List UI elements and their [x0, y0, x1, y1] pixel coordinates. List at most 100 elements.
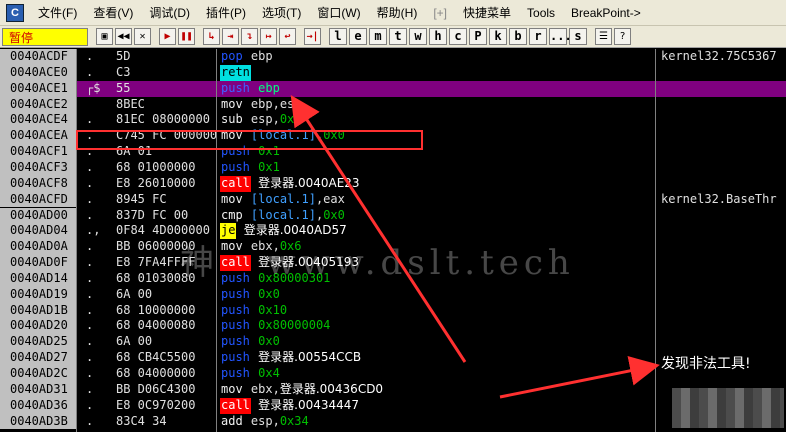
menu-item[interactable]: 帮助(H) [369, 2, 426, 24]
execute-till-return-icon[interactable]: ↩ [279, 28, 296, 45]
disasm-row[interactable]: 0040AD1B. 68 10000000 push 0x10 [0, 302, 786, 319]
rewind-icon[interactable]: ◀◀ [115, 28, 132, 45]
comment-cell [661, 144, 786, 160]
disassembly-cell: push 0x1 [220, 160, 630, 176]
window-button[interactable]: e [349, 28, 367, 45]
window-button[interactable]: b [509, 28, 527, 45]
disasm-row[interactable]: 0040AD20. 68 04000080 push 0x80000004 [0, 318, 786, 335]
disassembly-cell: pop ebp [220, 49, 630, 65]
flow-mark: . [86, 49, 94, 63]
disassembly-cell: push ebp [220, 81, 630, 97]
window-button[interactable]: c [449, 28, 467, 45]
address-cell: 0040AD3B [0, 413, 76, 430]
comment-cell [661, 81, 786, 97]
hex-dump-cell: 8945 FC [116, 191, 167, 206]
disassembly-cell: push 0x0 [220, 287, 630, 303]
menu-item[interactable]: 快捷菜单 [455, 2, 519, 24]
window-button[interactable]: t [389, 28, 407, 45]
hex-dump-cell: 5D [116, 49, 131, 63]
disasm-row[interactable]: 0040AD25. 6A 00 push 0x0 [0, 334, 786, 351]
selected-row[interactable]: 0040ACE1 ┌$ 55 push ebp [0, 80, 786, 97]
trace-into-icon[interactable]: ↴ [241, 28, 258, 45]
disassembly-cell: push 0x0 [220, 334, 630, 350]
mnemonic: push [221, 302, 250, 317]
disasm-row[interactable]: 0040AD36. E8 0C970200 call 登录器.00434447 [0, 397, 786, 414]
disasm-row[interactable]: 0040ACDF. 5D pop ebp kernel32.75C5367 [0, 49, 786, 65]
mnemonic: push [221, 286, 250, 301]
disasm-row[interactable]: 0040AD00. 837D FC 00 cmp [local.1],0x0 [0, 207, 786, 224]
disasm-row[interactable]: 0040AD31. BB D06C4300 mov ebx,登录器.00436CD0 [0, 381, 786, 398]
menu-item[interactable]: 调试(D) [141, 2, 198, 24]
step-into-icon[interactable]: ↳ [203, 28, 220, 45]
disassembly-pane[interactable]: 0040ACDF. 5D pop ebp kernel32.75C5367 0040AC… [0, 49, 786, 432]
window-button[interactable]: ... [549, 28, 572, 45]
address-cell: 0040AD0A [0, 239, 76, 256]
hex-dump-cell: 55 [116, 80, 131, 95]
go-to-icon[interactable]: →| [304, 28, 321, 45]
disasm-row[interactable]: 0040ACE0. C3 retn [0, 64, 786, 81]
menu-item[interactable]: BreakPoint-> [563, 2, 649, 24]
menu-item[interactable]: 窗口(W) [309, 2, 368, 24]
hex-dump-cell: C3 [116, 64, 131, 79]
flow-mark: . [86, 270, 94, 285]
disasm-row[interactable]: 0040ACF3. 68 01000000 push 0x1 [0, 159, 786, 176]
window-button[interactable]: w [409, 28, 427, 45]
operand: 0x8 [279, 112, 302, 127]
disasm-row[interactable]: 0040ACE4. 81EC 08000000 sub esp,0x8 [0, 112, 786, 129]
flow-mark: . [86, 302, 94, 317]
list-icon[interactable]: ☰ [595, 28, 612, 45]
window-button[interactable]: P [469, 28, 487, 45]
menu-item[interactable]: [+] [425, 2, 455, 24]
address-cell: 0040AD04 [0, 223, 76, 240]
operand: ebp [258, 80, 280, 95]
disassembly-cell: push 0x80000004 [220, 318, 630, 334]
comment-cell: kernel32.BaseThr [661, 191, 777, 206]
menu-item[interactable]: 插件(P) [198, 2, 254, 24]
address-cell: 0040AD2C [0, 366, 76, 382]
mnemonic: push [221, 159, 250, 174]
window-button[interactable]: m [369, 28, 387, 45]
toolbar: 暂停 ▣ ◀◀ ✕ ▶ ❚❚ ↳ ⇥ ↴ ↦ ↩ →| l e m t w h c Pk b r... s ☰? [0, 26, 786, 48]
flow-mark: . [86, 159, 94, 174]
menu-item[interactable]: 查看(V) [85, 2, 141, 24]
operand: esp, [250, 413, 280, 428]
window-button[interactable]: h [429, 28, 447, 45]
pause-icon[interactable]: ❚❚ [178, 28, 195, 45]
column-divider[interactable] [76, 49, 77, 432]
disasm-row[interactable]: 0040AD3B. 83C4 34 add esp,0x34 [0, 413, 786, 430]
operand: 0x4 [258, 366, 280, 380]
watermark-text: www.dslt.tech [266, 243, 575, 283]
disassembly-cell: add esp,0x34 [220, 414, 630, 430]
address-cell: 0040ACF3 [0, 159, 76, 176]
window-button[interactable]: l [329, 28, 347, 45]
disasm-row[interactable]: 0040ACF8. E8 26010000 call 登录器.0040AE23 [0, 175, 786, 192]
trace-over-icon[interactable]: ↦ [260, 28, 277, 45]
disassembly-cell: cmp [local.1],0x0 [220, 208, 630, 224]
disasm-row[interactable]: 0040AD19. 6A 00 push 0x0 [0, 286, 786, 303]
disasm-row[interactable]: 0040ACFD. 8945 FC mov [local.1],eax kernel3… [0, 191, 786, 208]
window-button[interactable]: k [489, 28, 507, 45]
hex-dump-cell: BB D06C4300 [116, 381, 196, 396]
menu-item[interactable]: Tools [519, 2, 563, 24]
address-cell: 0040ACDF [0, 49, 76, 65]
watermark: 神 www.dslt.tech [180, 235, 575, 284]
operand: [local.1] [250, 207, 316, 222]
menu-item[interactable]: 选项(T) [254, 2, 309, 24]
menu-item[interactable]: 文件(F) [30, 2, 85, 24]
comment-cell [661, 271, 786, 287]
window-button[interactable]: s [569, 28, 587, 45]
open-icon[interactable]: ▣ [96, 28, 113, 45]
app-icon[interactable]: C [6, 3, 24, 22]
disasm-row[interactable]: 0040ACE2 8BEC mov ebp,esp [0, 96, 786, 113]
mnemonic: push [221, 350, 250, 365]
column-divider[interactable] [655, 49, 656, 432]
operand: 登录器.00434447 [258, 397, 360, 412]
close-icon[interactable]: ✕ [134, 28, 151, 45]
play-icon[interactable]: ▶ [159, 28, 176, 45]
window-button[interactable]: r [529, 28, 547, 45]
help-icon[interactable]: ? [614, 28, 631, 45]
address-cell: 0040ACF1 [0, 144, 76, 160]
comment-cell [661, 176, 786, 192]
address-cell: 0040ACE0 [0, 64, 76, 81]
step-over-icon[interactable]: ⇥ [222, 28, 239, 45]
